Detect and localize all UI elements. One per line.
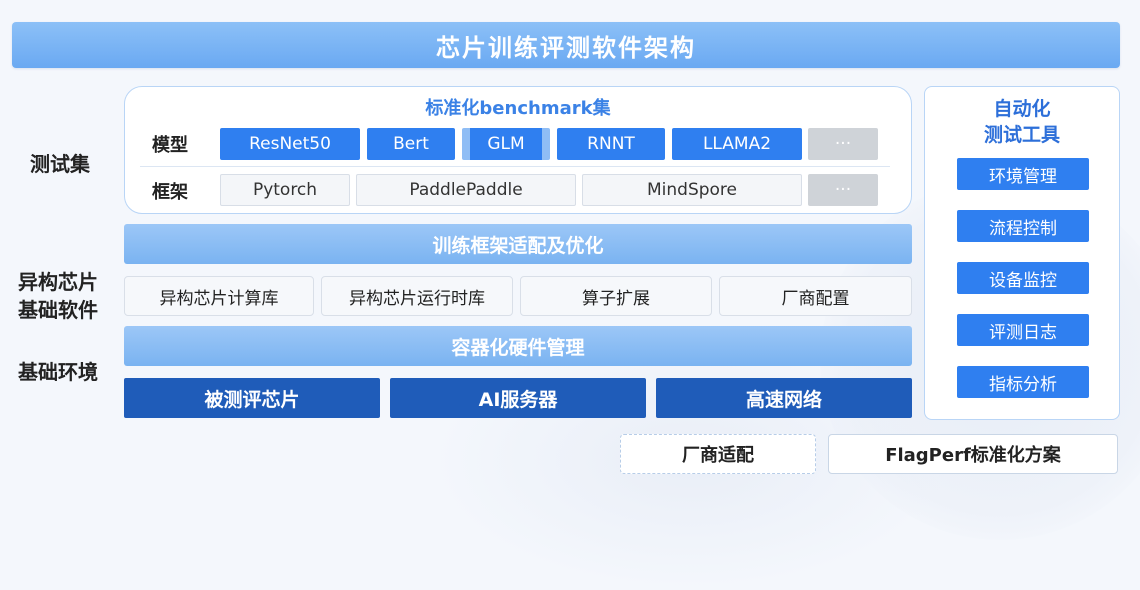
framework-chip-pytorch[interactable]: Pytorch <box>220 174 350 206</box>
side-label-hetero-2: 基础软件 <box>18 298 98 322</box>
model-chip-glm-label: GLM <box>470 128 542 160</box>
chip-under-test: 被测评芯片 <box>124 378 380 418</box>
flagperf-standard-solution: FlagPerf标准化方案 <box>828 434 1118 474</box>
hetero-compute-lib: 异构芯片计算库 <box>124 276 314 316</box>
tool-env-management[interactable]: 环境管理 <box>957 158 1089 190</box>
model-chip-rnnt[interactable]: RNNT <box>557 128 665 160</box>
model-chip-glm[interactable]: GLM <box>462 128 550 160</box>
automation-title-line2: 测试工具 <box>983 124 1060 146</box>
side-label-hetero-1: 异构芯片 <box>18 270 98 294</box>
automation-title-line1: 自动化 <box>993 98 1051 120</box>
hetero-runtime-lib: 异构芯片运行时库 <box>321 276 513 316</box>
model-row-label: 模型 <box>152 135 188 156</box>
automation-tools-title: 自动化 测试工具 <box>924 96 1120 148</box>
tool-metric-analysis[interactable]: 指标分析 <box>957 366 1089 398</box>
framework-optimization-band: 训练框架适配及优化 <box>124 224 912 264</box>
side-label-base-env: 基础环境 <box>18 360 98 384</box>
vendor-config: 厂商配置 <box>719 276 912 316</box>
vendor-adaptation: 厂商适配 <box>620 434 816 474</box>
tool-eval-log[interactable]: 评测日志 <box>957 314 1089 346</box>
model-chip-llama2[interactable]: LLAMA2 <box>672 128 802 160</box>
benchmark-title: 标准化benchmark集 <box>425 98 611 119</box>
tool-device-monitoring[interactable]: 设备监控 <box>957 262 1089 294</box>
high-speed-network: 高速网络 <box>656 378 912 418</box>
framework-chip-mindspore[interactable]: MindSpore <box>582 174 802 206</box>
framework-chip-more[interactable]: ··· <box>808 174 878 206</box>
operator-extension: 算子扩展 <box>520 276 712 316</box>
side-label-test-set: 测试集 <box>30 152 90 176</box>
ai-server: AI服务器 <box>390 378 646 418</box>
container-hardware-band: 容器化硬件管理 <box>124 326 912 366</box>
model-chip-more[interactable]: ··· <box>808 128 878 160</box>
row-divider <box>140 166 890 167</box>
framework-chip-paddlepaddle[interactable]: PaddlePaddle <box>356 174 576 206</box>
diagram-title: 芯片训练评测软件架构 <box>12 22 1120 68</box>
model-chip-bert[interactable]: Bert <box>367 128 455 160</box>
model-chip-resnet50[interactable]: ResNet50 <box>220 128 360 160</box>
tool-process-control[interactable]: 流程控制 <box>957 210 1089 242</box>
framework-row-label: 框架 <box>152 182 188 203</box>
